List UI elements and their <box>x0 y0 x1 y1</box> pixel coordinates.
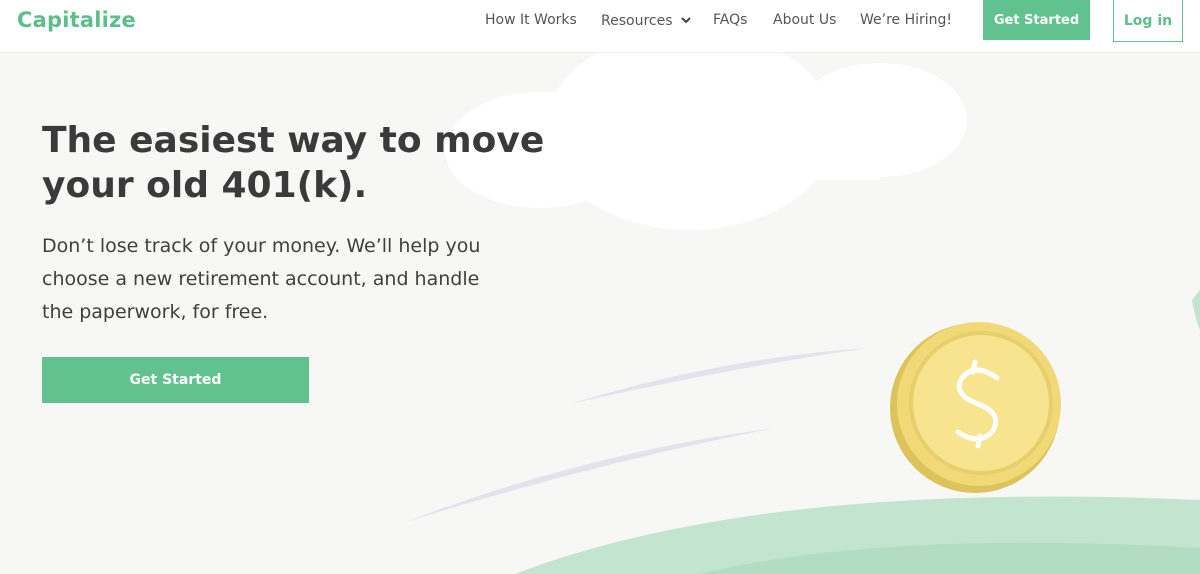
hill <box>515 290 1200 574</box>
coin-dollar-icon <box>890 322 1061 493</box>
hero-title: The easiest way to move your old 401(k). <box>42 120 545 206</box>
nav-about-us[interactable]: About Us <box>773 12 836 28</box>
site-header: Capitalize How It Works Resources FAQs A… <box>0 0 1200 53</box>
nav-faqs[interactable]: FAQs <box>713 12 747 28</box>
hero-subtitle: Don’t lose track of your money. We’ll he… <box>42 235 481 323</box>
header-get-started-button[interactable]: Get Started <box>983 0 1090 40</box>
hero-get-started-button[interactable]: Get Started <box>42 357 309 403</box>
motion-streaks <box>405 348 868 522</box>
nav-resources[interactable]: Resources <box>601 12 691 29</box>
nav-hiring[interactable]: We’re Hiring! <box>860 12 952 28</box>
nav-how-it-works[interactable]: How It Works <box>485 12 577 28</box>
chevron-down-icon <box>680 12 691 28</box>
brand-logo[interactable]: Capitalize <box>17 8 136 32</box>
nav-resources-label: Resources <box>601 13 673 29</box>
login-button[interactable]: Log in <box>1113 0 1183 42</box>
